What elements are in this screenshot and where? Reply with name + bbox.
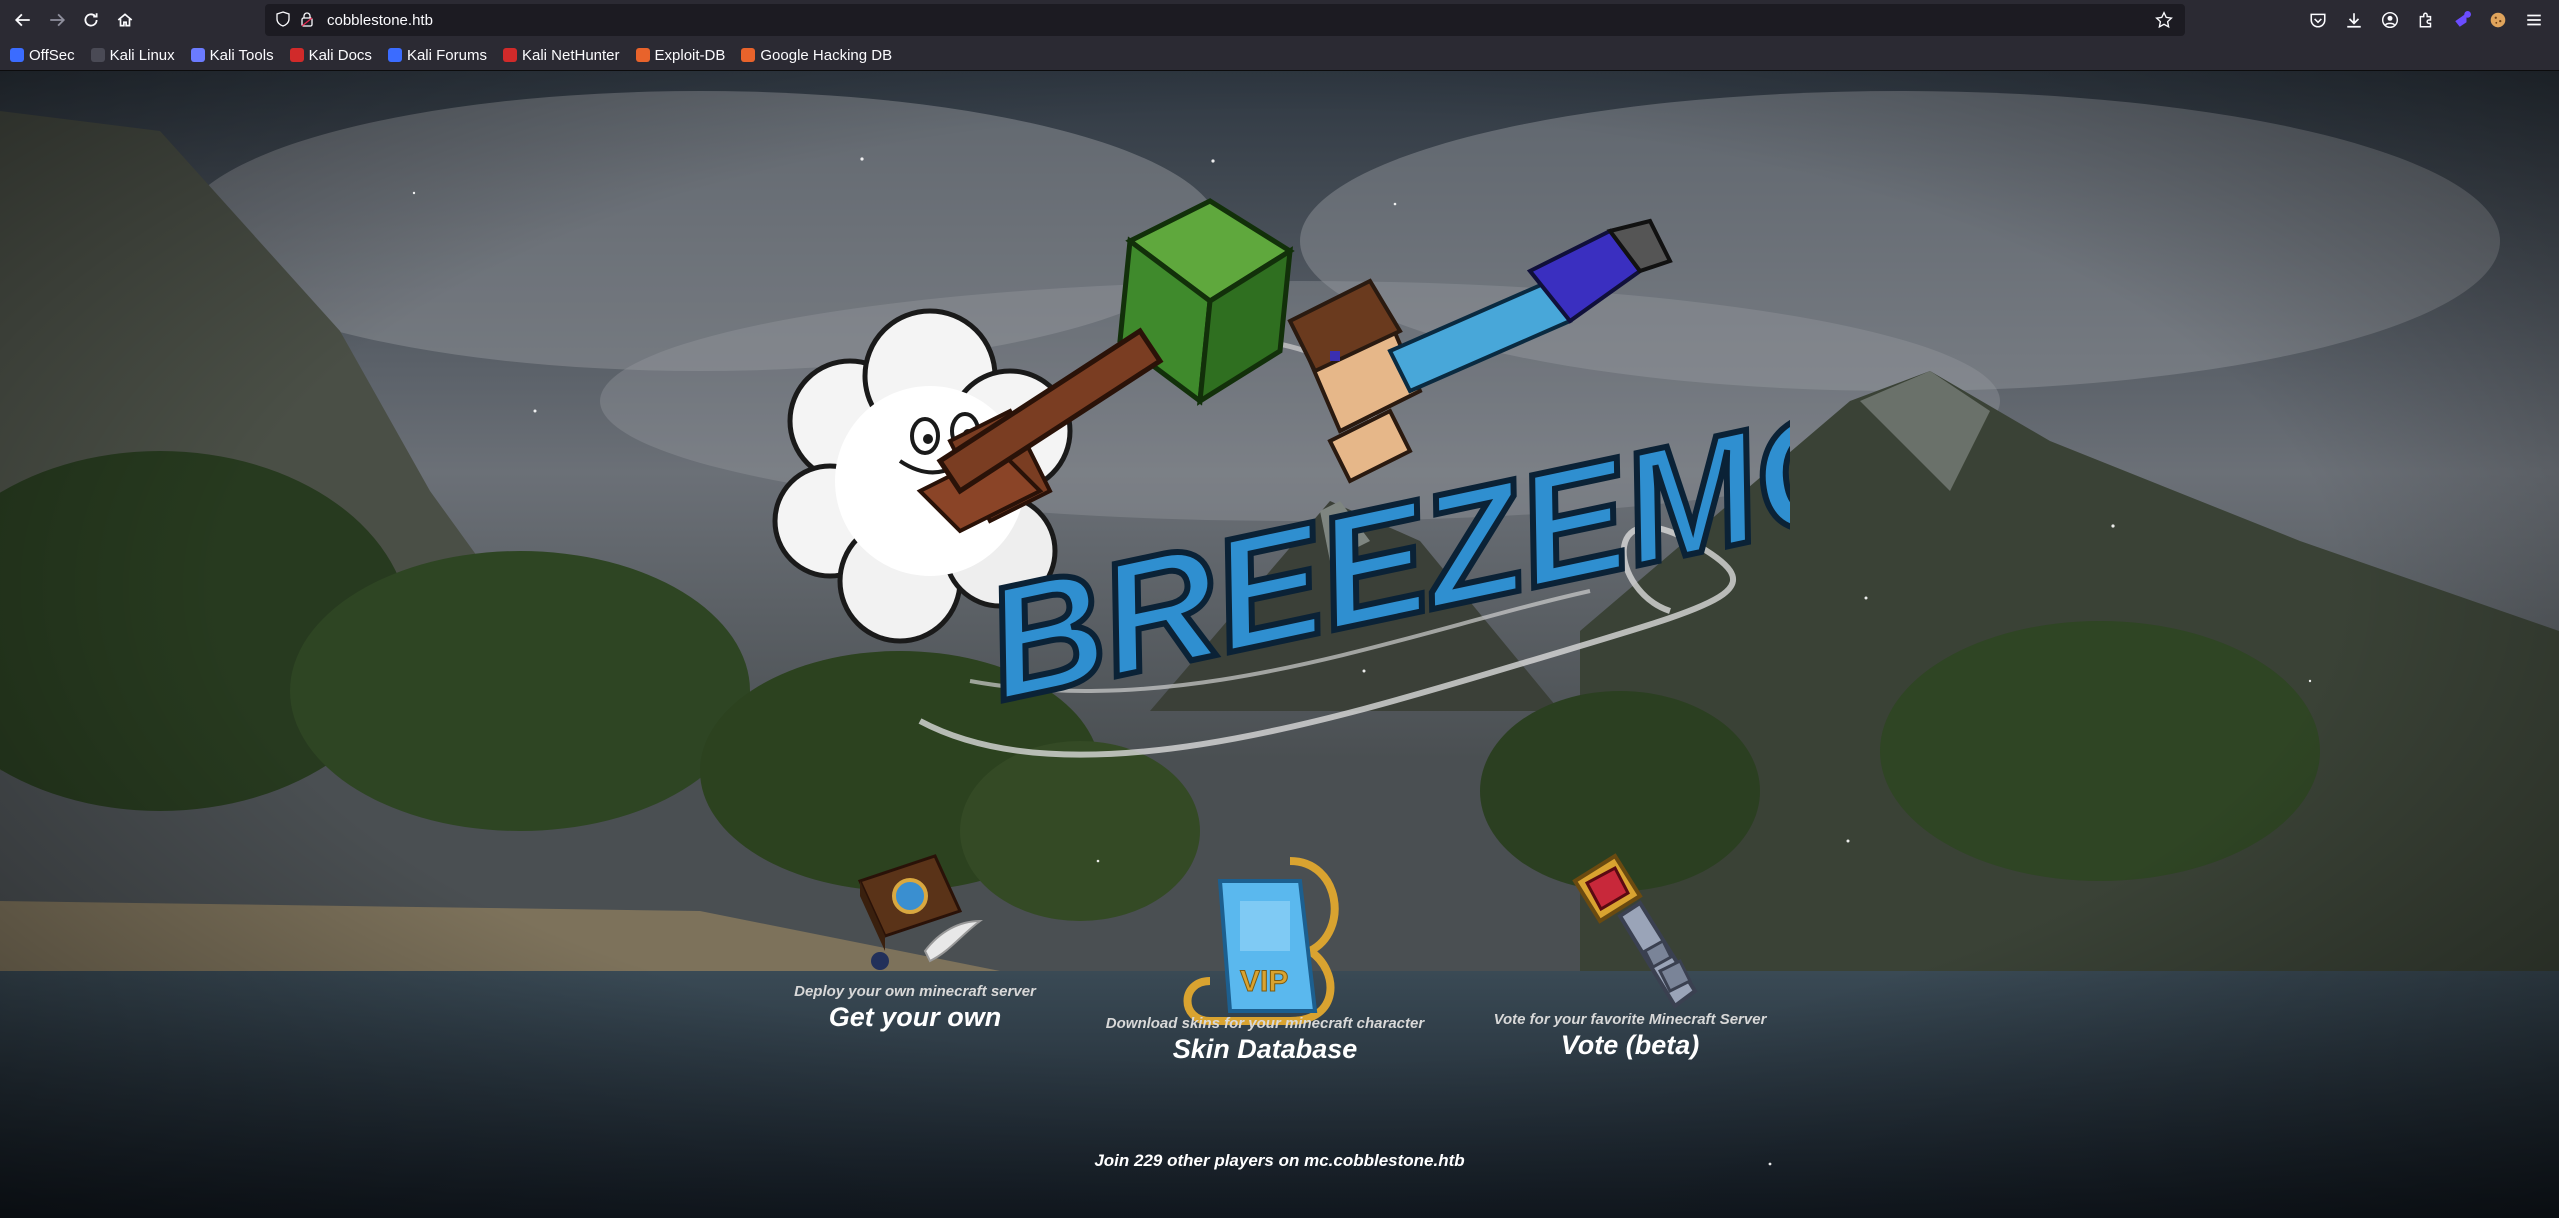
feature-subtitle: Download skins for your minecraft charac… [1105, 1015, 1425, 1032]
feature-vote[interactable]: Vote for your favorite Minecraft Server … [1480, 841, 1780, 1061]
svg-text:VIP: VIP [1240, 965, 1288, 998]
ghdb-favicon-icon [741, 48, 756, 62]
download-icon [2347, 13, 2361, 28]
url-text[interactable]: cobblestone.htb [327, 12, 433, 29]
kali-forums-favicon-icon [387, 48, 402, 62]
kali-docs-favicon-icon [289, 48, 304, 62]
pocket-icon [2310, 13, 2326, 28]
extension-badge-button[interactable] [2447, 5, 2477, 35]
home-button[interactable] [110, 5, 140, 35]
lock-icon[interactable] [299, 11, 317, 29]
hamburger-menu-icon [2527, 14, 2541, 26]
feature-title: Skin Database [1172, 1034, 1358, 1064]
vip-tag-icon: VIP [1183, 857, 1339, 1025]
bookmark-label: Kali Docs [308, 46, 372, 64]
spellbook-icon [857, 854, 984, 970]
bookmark-google-hacking-db[interactable]: Google Hacking DB [741, 47, 892, 64]
player-count-text: Join 229 other players on mc.cobblestone… [1094, 1151, 1465, 1170]
downloads-button[interactable] [2339, 5, 2369, 35]
bookmark-label: Kali Tools [209, 46, 274, 64]
offsec-favicon-icon [10, 48, 24, 62]
extension-shield-icon [2455, 11, 2471, 27]
bookmark-label: OffSec [29, 46, 75, 64]
breezemc-logo: BREEZEMC [772, 198, 1790, 758]
bookmark-label: Kali Linux [109, 46, 175, 64]
reload-button[interactable] [76, 5, 106, 35]
toolbar-right [2303, 5, 2549, 35]
nethunter-favicon-icon [502, 48, 517, 62]
bookmark-label: Kali NetHunter [521, 46, 620, 64]
bookmark-label: Google Hacking DB [760, 46, 893, 64]
skin-database-link[interactable]: VIP Download skins for your minecraft ch… [1095, 841, 1435, 1065]
cookie-extension-button[interactable] [2483, 5, 2513, 35]
kali-tools-favicon-icon [190, 48, 205, 62]
feature-subtitle: Deploy your own minecraft server [794, 983, 1036, 1000]
kali-dragon-favicon-icon [90, 48, 105, 62]
bookmark-kali-forums[interactable]: Kali Forums [387, 46, 487, 64]
bookmarks-toolbar: OffSec Kali Linux Kali Tools Kali Docs K… [0, 40, 2559, 71]
shield-icon[interactable] [275, 11, 293, 29]
puzzle-icon [2419, 12, 2432, 28]
feature-get-your-own[interactable]: Deploy your own minecraft server Get you… [760, 841, 1070, 1033]
back-arrow-icon [14, 13, 30, 27]
get-your-own-link[interactable]: Deploy your own minecraft server Get you… [760, 841, 1070, 1033]
bookmark-exploit-db[interactable]: Exploit-DB [635, 46, 726, 64]
feature-title: Get your own [828, 1002, 1002, 1032]
home-icon [117, 13, 133, 27]
bookmark-kali-linux[interactable]: Kali Linux [90, 46, 175, 64]
extensions-button[interactable] [2411, 5, 2441, 35]
bookmark-label: Kali Forums [406, 46, 487, 64]
feature-title: Vote (beta) [1560, 1030, 1700, 1060]
bookmark-kali-docs[interactable]: Kali Docs [289, 46, 372, 64]
exploit-db-favicon-icon [635, 48, 650, 62]
account-icon [2381, 11, 2399, 29]
account-button[interactable] [2375, 5, 2405, 35]
vote-link[interactable]: Vote for your favorite Minecraft Server … [1480, 841, 1780, 1061]
pocket-button[interactable] [2303, 5, 2333, 35]
bookmark-label: Exploit-DB [654, 46, 726, 64]
page-content: BREEZEMC Deploy your own minecraft serve… [0, 71, 2559, 1218]
key-icon [1572, 853, 1698, 1009]
bookmark-kali-tools[interactable]: Kali Tools [190, 46, 274, 64]
menu-button[interactable] [2519, 5, 2549, 35]
back-button[interactable] [8, 5, 38, 35]
bookmark-star-icon[interactable] [2155, 11, 2173, 29]
reload-icon [84, 13, 98, 27]
cookie-icon [2490, 12, 2506, 28]
address-bar[interactable]: cobblestone.htb [265, 4, 2185, 36]
feature-skin-database[interactable]: VIP Download skins for your minecraft ch… [1095, 841, 1435, 1065]
forward-arrow-icon [50, 13, 66, 27]
forward-button[interactable] [42, 5, 72, 35]
feature-subtitle: Vote for your favorite Minecraft Server [1493, 1011, 1767, 1028]
browser-toolbar: cobblestone.htb [0, 0, 2559, 40]
bookmark-offsec[interactable]: OffSec [10, 47, 75, 64]
bookmark-kali-nethunter[interactable]: Kali NetHunter [502, 46, 620, 64]
